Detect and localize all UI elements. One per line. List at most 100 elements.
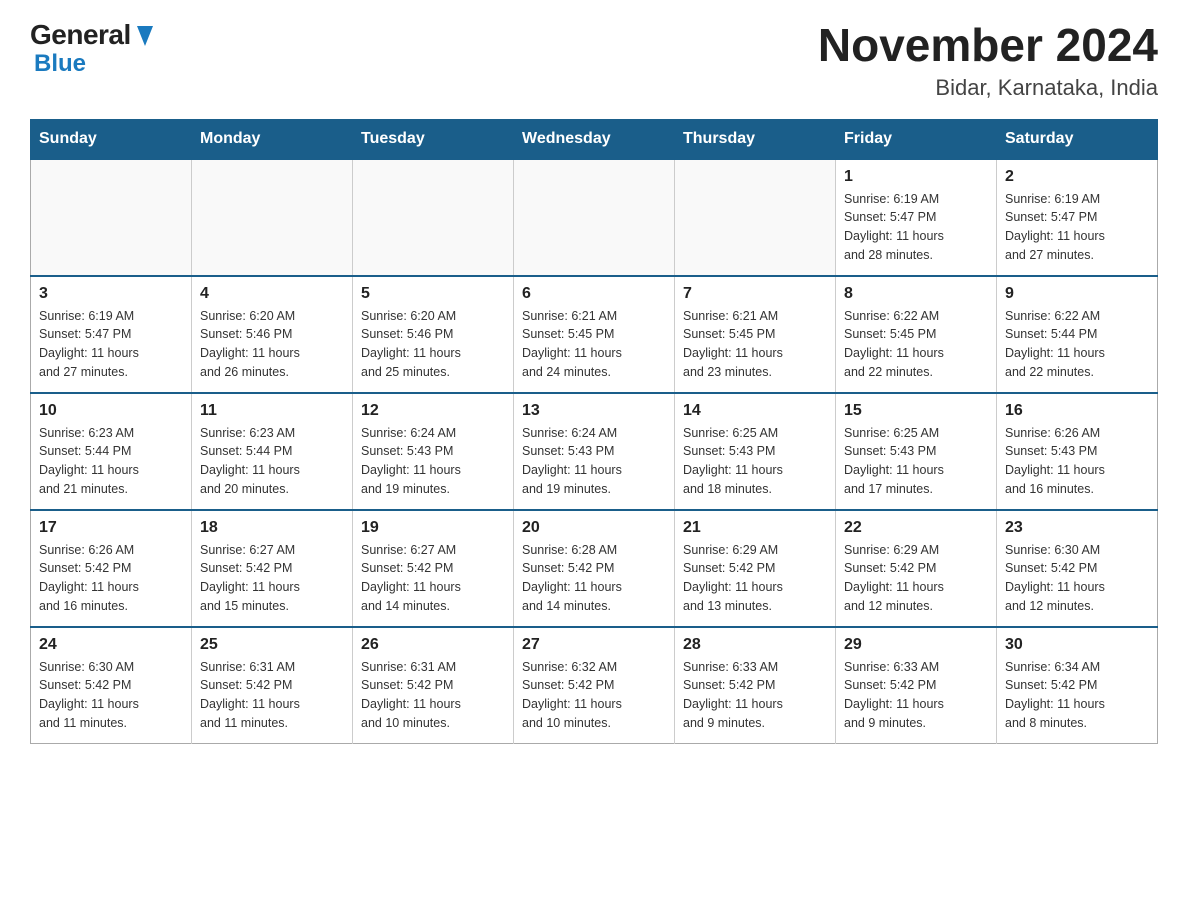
day-info: Sunrise: 6:32 AMSunset: 5:42 PMDaylight:…	[522, 658, 666, 733]
calendar-cell: 30Sunrise: 6:34 AMSunset: 5:42 PMDayligh…	[997, 627, 1158, 744]
day-info: Sunrise: 6:26 AMSunset: 5:42 PMDaylight:…	[39, 541, 183, 616]
calendar-cell: 25Sunrise: 6:31 AMSunset: 5:42 PMDayligh…	[192, 627, 353, 744]
logo-general-text: General	[30, 20, 131, 51]
calendar-cell: 12 Sunrise: 6:24 AMSunset: 5:43 PMDayligh…	[353, 393, 514, 510]
day-info: Sunrise: 6:21 AMSunset: 5:45 PMDaylight:…	[522, 307, 666, 382]
calendar-week-5: 24Sunrise: 6:30 AMSunset: 5:42 PMDayligh…	[31, 627, 1158, 744]
day-info: Sunrise: 6:25 AMSunset: 5:43 PMDaylight:…	[683, 424, 827, 499]
calendar-cell: 18Sunrise: 6:27 AMSunset: 5:42 PMDayligh…	[192, 510, 353, 627]
day-number: 9	[1005, 285, 1149, 303]
calendar-week-2: 3 Sunrise: 6:19 AMSunset: 5:47 PMDaylight…	[31, 276, 1158, 393]
calendar-cell: 28 Sunrise: 6:33 AMSunset: 5:42 PMDayligh…	[675, 627, 836, 744]
day-info: Sunrise: 6:25 AMSunset: 5:43 PMDaylight:…	[844, 424, 988, 499]
day-info: Sunrise: 6:28 AMSunset: 5:42 PMDaylight:…	[522, 541, 666, 616]
calendar-subtitle: Bidar, Karnataka, India	[818, 75, 1158, 101]
day-info: Sunrise: 6:22 AMSunset: 5:44 PMDaylight:…	[1005, 307, 1149, 382]
day-number: 22	[844, 519, 988, 537]
calendar-cell: 8 Sunrise: 6:22 AMSunset: 5:45 PMDaylight…	[836, 276, 997, 393]
calendar-title: November 2024	[818, 20, 1158, 71]
day-info: Sunrise: 6:24 AMSunset: 5:43 PMDaylight:…	[522, 424, 666, 499]
calendar-cell: 21Sunrise: 6:29 AMSunset: 5:42 PMDayligh…	[675, 510, 836, 627]
calendar-cell: 7 Sunrise: 6:21 AMSunset: 5:45 PMDaylight…	[675, 276, 836, 393]
day-number: 4	[200, 285, 344, 303]
calendar-cell: 11 Sunrise: 6:23 AMSunset: 5:44 PMDayligh…	[192, 393, 353, 510]
calendar-cell: 24Sunrise: 6:30 AMSunset: 5:42 PMDayligh…	[31, 627, 192, 744]
calendar-cell	[514, 159, 675, 276]
calendar-cell: 20 Sunrise: 6:28 AMSunset: 5:42 PMDayligh…	[514, 510, 675, 627]
day-info: Sunrise: 6:19 AMSunset: 5:47 PMDaylight:…	[1005, 190, 1149, 265]
day-info: Sunrise: 6:29 AMSunset: 5:42 PMDaylight:…	[844, 541, 988, 616]
day-info: Sunrise: 6:33 AMSunset: 5:42 PMDaylight:…	[683, 658, 827, 733]
day-number: 5	[361, 285, 505, 303]
page-header: General Blue November 2024 Bidar, Karnat…	[30, 20, 1158, 101]
day-number: 10	[39, 402, 183, 420]
day-number: 16	[1005, 402, 1149, 420]
calendar-cell: 22 Sunrise: 6:29 AMSunset: 5:42 PMDayligh…	[836, 510, 997, 627]
weekday-header-monday: Monday	[192, 119, 353, 159]
day-number: 12	[361, 402, 505, 420]
calendar-week-3: 10 Sunrise: 6:23 AMSunset: 5:44 PMDayligh…	[31, 393, 1158, 510]
day-info: Sunrise: 6:20 AMSunset: 5:46 PMDaylight:…	[200, 307, 344, 382]
day-number: 19	[361, 519, 505, 537]
calendar-cell	[192, 159, 353, 276]
day-info: Sunrise: 6:24 AMSunset: 5:43 PMDaylight:…	[361, 424, 505, 499]
title-block: November 2024 Bidar, Karnataka, India	[818, 20, 1158, 101]
day-info: Sunrise: 6:20 AMSunset: 5:46 PMDaylight:…	[361, 307, 505, 382]
calendar-body: 1Sunrise: 6:19 AMSunset: 5:47 PMDaylight…	[31, 159, 1158, 744]
day-number: 18	[200, 519, 344, 537]
calendar-cell: 15 Sunrise: 6:25 AMSunset: 5:43 PMDayligh…	[836, 393, 997, 510]
day-info: Sunrise: 6:26 AMSunset: 5:43 PMDaylight:…	[1005, 424, 1149, 499]
weekday-header-wednesday: Wednesday	[514, 119, 675, 159]
day-number: 7	[683, 285, 827, 303]
day-number: 29	[844, 636, 988, 654]
calendar-cell	[675, 159, 836, 276]
day-number: 6	[522, 285, 666, 303]
day-number: 3	[39, 285, 183, 303]
calendar-week-1: 1Sunrise: 6:19 AMSunset: 5:47 PMDaylight…	[31, 159, 1158, 276]
day-info: Sunrise: 6:33 AMSunset: 5:42 PMDaylight:…	[844, 658, 988, 733]
calendar-table: SundayMondayTuesdayWednesdayThursdayFrid…	[30, 119, 1158, 744]
day-info: Sunrise: 6:21 AMSunset: 5:45 PMDaylight:…	[683, 307, 827, 382]
day-info: Sunrise: 6:22 AMSunset: 5:45 PMDaylight:…	[844, 307, 988, 382]
calendar-cell: 26Sunrise: 6:31 AMSunset: 5:42 PMDayligh…	[353, 627, 514, 744]
weekday-header-row: SundayMondayTuesdayWednesdayThursdayFrid…	[31, 119, 1158, 159]
day-info: Sunrise: 6:23 AMSunset: 5:44 PMDaylight:…	[39, 424, 183, 499]
calendar-cell: 29 Sunrise: 6:33 AMSunset: 5:42 PMDayligh…	[836, 627, 997, 744]
day-info: Sunrise: 6:29 AMSunset: 5:42 PMDaylight:…	[683, 541, 827, 616]
day-number: 14	[683, 402, 827, 420]
calendar-cell	[353, 159, 514, 276]
day-number: 2	[1005, 168, 1149, 186]
day-number: 8	[844, 285, 988, 303]
calendar-cell: 16 Sunrise: 6:26 AMSunset: 5:43 PMDayligh…	[997, 393, 1158, 510]
calendar-cell: 1Sunrise: 6:19 AMSunset: 5:47 PMDaylight…	[836, 159, 997, 276]
day-info: Sunrise: 6:23 AMSunset: 5:44 PMDaylight:…	[200, 424, 344, 499]
day-number: 23	[1005, 519, 1149, 537]
logo: General Blue	[30, 20, 155, 77]
calendar-cell: 9 Sunrise: 6:22 AMSunset: 5:44 PMDaylight…	[997, 276, 1158, 393]
day-number: 15	[844, 402, 988, 420]
calendar-cell: 19Sunrise: 6:27 AMSunset: 5:42 PMDayligh…	[353, 510, 514, 627]
logo-arrow-icon	[133, 22, 155, 50]
weekday-header-friday: Friday	[836, 119, 997, 159]
day-info: Sunrise: 6:30 AMSunset: 5:42 PMDaylight:…	[1005, 541, 1149, 616]
weekday-header-thursday: Thursday	[675, 119, 836, 159]
calendar-cell: 2 Sunrise: 6:19 AMSunset: 5:47 PMDaylight…	[997, 159, 1158, 276]
day-number: 24	[39, 636, 183, 654]
day-info: Sunrise: 6:19 AMSunset: 5:47 PMDaylight:…	[39, 307, 183, 382]
day-number: 26	[361, 636, 505, 654]
calendar-cell: 5 Sunrise: 6:20 AMSunset: 5:46 PMDaylight…	[353, 276, 514, 393]
calendar-cell: 6 Sunrise: 6:21 AMSunset: 5:45 PMDaylight…	[514, 276, 675, 393]
day-number: 25	[200, 636, 344, 654]
calendar-cell: 17 Sunrise: 6:26 AMSunset: 5:42 PMDayligh…	[31, 510, 192, 627]
calendar-cell: 4 Sunrise: 6:20 AMSunset: 5:46 PMDaylight…	[192, 276, 353, 393]
day-number: 17	[39, 519, 183, 537]
weekday-header-tuesday: Tuesday	[353, 119, 514, 159]
day-number: 13	[522, 402, 666, 420]
calendar-cell	[31, 159, 192, 276]
day-number: 11	[200, 402, 344, 420]
day-number: 30	[1005, 636, 1149, 654]
calendar-cell: 3 Sunrise: 6:19 AMSunset: 5:47 PMDaylight…	[31, 276, 192, 393]
day-number: 20	[522, 519, 666, 537]
weekday-header-saturday: Saturday	[997, 119, 1158, 159]
day-number: 28	[683, 636, 827, 654]
